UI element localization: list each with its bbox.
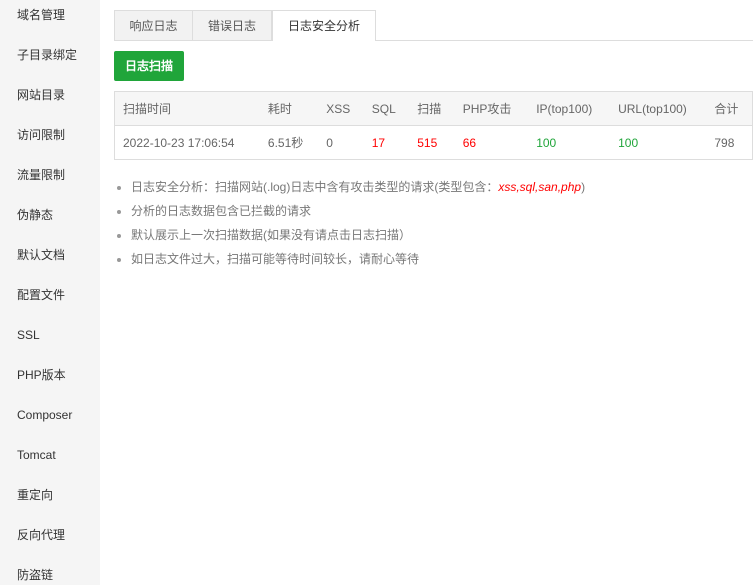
cell-sql[interactable]: 17	[364, 126, 409, 160]
col-total: 合计	[706, 91, 753, 126]
cell-ip-top100[interactable]: 100	[528, 126, 610, 160]
sidebar-item-site-dir[interactable]: 网站目录	[17, 85, 65, 105]
sidebar-item-tomcat[interactable]: Tomcat	[17, 445, 56, 465]
sidebar-item-php-version[interactable]: PHP版本	[17, 365, 66, 385]
tab-error-log[interactable]: 错误日志	[192, 10, 272, 40]
note-text: )	[581, 180, 586, 194]
sidebar-item-domain[interactable]: 域名管理	[17, 5, 65, 25]
sidebar-item-redirect[interactable]: 重定向	[17, 485, 53, 505]
sidebar-item-hotlink[interactable]: 防盗链	[17, 565, 53, 585]
col-sql: SQL	[363, 91, 410, 126]
help-notes: 日志安全分析：扫描网站(.log)日志中含有攻击类型的请求(类型包含：xss,s…	[114, 175, 585, 271]
note-item: 日志安全分析：扫描网站(.log)日志中含有攻击类型的请求(类型包含：xss,s…	[131, 175, 585, 199]
col-scan-time: 扫描时间	[114, 91, 260, 126]
cell-total: 798	[714, 135, 735, 150]
col-ip-top100: IP(top100)	[528, 91, 611, 126]
note-text: 日志安全分析：扫描网站(.log)日志中含有攻击类型的请求(类型包含：	[131, 180, 499, 194]
tab-response-log[interactable]: 响应日志	[114, 10, 193, 40]
scan-result-table: 扫描时间 耗时 XSS SQL 扫描 PHP攻击 IP(top100) URL(…	[114, 91, 753, 160]
cell-duration: 6.51秒	[267, 136, 304, 150]
sidebar-item-default-doc[interactable]: 默认文档	[17, 245, 65, 265]
col-duration: 耗时	[259, 91, 319, 126]
table-row: 2022-10-23 17:06:54 6.51秒 0 17 515 66 10…	[115, 126, 753, 160]
sidebar-item-subdir-bind[interactable]: 子目录绑定	[17, 45, 77, 65]
sidebar-item-composer[interactable]: Composer	[17, 405, 72, 425]
col-php-attack: PHP攻击	[454, 91, 529, 126]
main-panel: 响应日志 错误日志 日志安全分析 日志扫描 扫描时间 耗时 XSS SQL 扫描…	[114, 0, 753, 585]
sidebar-item-ssl[interactable]: SSL	[17, 325, 40, 345]
sidebar-item-reverse-proxy[interactable]: 反向代理	[17, 525, 65, 545]
sidebar-item-access-limit[interactable]: 访问限制	[17, 125, 65, 145]
log-scan-button[interactable]: 日志扫描	[114, 51, 184, 81]
cell-xss: 0	[326, 135, 333, 150]
tab-log-security-analysis[interactable]: 日志安全分析	[272, 10, 376, 41]
note-item: 如日志文件过大，扫描可能等待时间较长，请耐心等待	[131, 247, 585, 271]
col-xss: XSS	[318, 91, 364, 126]
col-url-top100: URL(top100)	[610, 91, 707, 126]
cell-scan-time: 2022-10-23 17:06:54	[123, 135, 235, 150]
col-scan: 扫描	[409, 91, 455, 126]
attack-types: xss,sql,san,php	[498, 180, 582, 194]
cell-scan[interactable]: 515	[409, 126, 454, 160]
sidebar-item-traffic-limit[interactable]: 流量限制	[17, 165, 65, 185]
note-item: 分析的日志数据包含已拦截的请求	[131, 199, 585, 223]
sidebar: 域名管理 子目录绑定 网站目录 访问限制 流量限制 伪静态 默认文档 配置文件 …	[0, 0, 100, 585]
cell-url-top100[interactable]: 100	[610, 126, 706, 160]
cell-php-attack[interactable]: 66	[455, 126, 529, 160]
tab-bar: 响应日志 错误日志 日志安全分析	[114, 10, 753, 41]
table-header-row: 扫描时间 耗时 XSS SQL 扫描 PHP攻击 IP(top100) URL(…	[114, 91, 753, 126]
sidebar-item-rewrite[interactable]: 伪静态	[17, 205, 53, 225]
note-item: 默认展示上一次扫描数据(如果没有请点击日志扫描）	[131, 223, 585, 247]
sidebar-item-config-file[interactable]: 配置文件	[17, 285, 65, 305]
